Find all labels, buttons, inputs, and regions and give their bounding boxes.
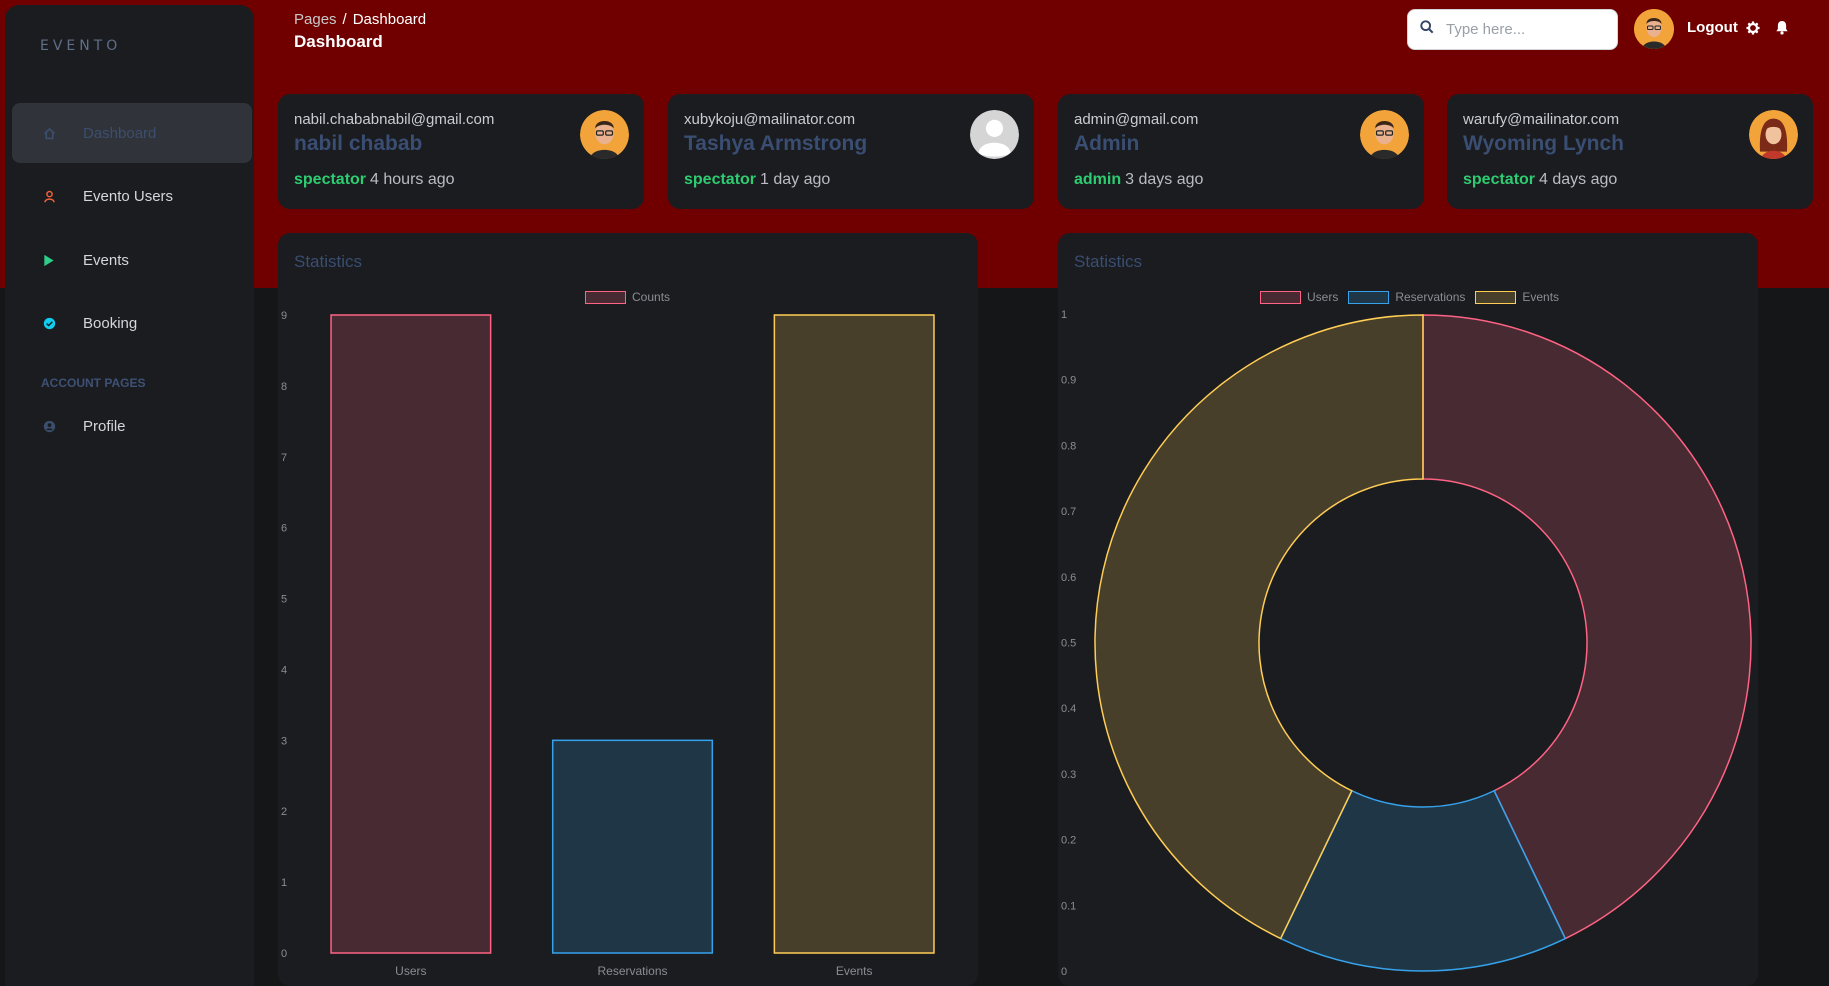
- sidebar-item-label: Evento Users: [83, 187, 174, 205]
- legend-swatch-events: [1475, 290, 1517, 304]
- user-role-line: spectator 1 day ago: [684, 171, 830, 189]
- section-title-account: ACCOUNT PAGES: [41, 376, 146, 390]
- user-time: 4 days ago: [1539, 171, 1618, 188]
- sidebar-item-profile[interactable]: Profile: [12, 396, 252, 456]
- breadcrumb: Pages / Dashboard: [294, 11, 426, 28]
- sidebar-item-dashboard[interactable]: Dashboard: [12, 103, 252, 163]
- chart-title: Statistics: [294, 252, 363, 271]
- legend-swatch-users: [1260, 290, 1301, 304]
- brand-logo[interactable]: EVENTO: [40, 38, 121, 54]
- user-name: Tashya Armstrong: [684, 132, 868, 155]
- logout-button[interactable]: Logout: [1687, 19, 1738, 36]
- sidebar-item-label: Booking: [83, 314, 138, 332]
- user-time: 4 hours ago: [370, 171, 455, 188]
- user-name: nabil chabab: [294, 132, 423, 155]
- user-role-line: spectator 4 hours ago: [294, 171, 455, 189]
- bar-chart-panel: Statistics: [278, 233, 978, 986]
- gear-icon[interactable]: [1746, 21, 1760, 40]
- man-glasses-avatar: [580, 110, 629, 159]
- legend-swatch-reservations: [1348, 290, 1390, 304]
- legend-item-users[interactable]: Users: [1260, 290, 1338, 304]
- user-circle-icon: [42, 419, 56, 433]
- user-name: Wyoming Lynch: [1463, 132, 1625, 155]
- breadcrumb-separator: /: [342, 11, 347, 28]
- user-role: spectator: [294, 171, 367, 188]
- legend-item-reservations[interactable]: Reservations: [1348, 290, 1465, 304]
- woman-avatar: [1749, 110, 1798, 159]
- user-card[interactable]: nabil.chababnabil@gmail.com nabil chabab…: [278, 94, 644, 209]
- sidebar-item-label: Profile: [83, 417, 126, 435]
- breadcrumb-current: Dashboard: [352, 11, 427, 28]
- bell-icon[interactable]: [1775, 20, 1789, 40]
- sidebar-item-events[interactable]: Events: [12, 230, 252, 290]
- play-icon: [42, 253, 56, 267]
- user-email: admin@gmail.com: [1074, 111, 1199, 128]
- doughnut-chart-legend: Users Reservations Events: [1260, 290, 1569, 304]
- legend-label: Counts: [632, 290, 671, 304]
- user-role-line: spectator 4 days ago: [1463, 171, 1617, 189]
- doughnut-chart-panel: Statistics: [1058, 233, 1758, 986]
- user-email: xubykoju@mailinator.com: [684, 111, 856, 128]
- user-card[interactable]: admin@gmail.com Admin admin 3 days ago: [1058, 94, 1424, 209]
- default-avatar: [970, 110, 1019, 159]
- chart-title: Statistics: [1074, 252, 1143, 271]
- user-name: Admin: [1074, 132, 1140, 155]
- search-input[interactable]: [1446, 21, 1606, 38]
- legend-item[interactable]: Counts: [585, 290, 670, 304]
- sidebar-item-booking[interactable]: Booking: [12, 293, 252, 353]
- sidebar-item-evento-users[interactable]: Evento Users: [12, 166, 252, 226]
- user-email: nabil.chababnabil@gmail.com: [294, 111, 495, 128]
- user-time: 3 days ago: [1125, 171, 1204, 188]
- legend-label: Users: [1307, 290, 1339, 304]
- sidebar-item-label: Dashboard: [83, 124, 157, 142]
- user-icon: [42, 189, 56, 203]
- page-title: Dashboard: [294, 32, 383, 51]
- search-icon: [1420, 20, 1434, 39]
- bar-chart-legend: Counts: [585, 290, 680, 304]
- man-glasses-avatar: [1360, 110, 1409, 159]
- legend-label: Reservations: [1395, 290, 1466, 304]
- legend-label: Events: [1522, 290, 1560, 304]
- user-role-line: admin 3 days ago: [1074, 171, 1203, 189]
- user-time: 1 day ago: [760, 171, 831, 188]
- user-card[interactable]: warufy@mailinator.com Wyoming Lynch spec…: [1447, 94, 1813, 209]
- avatar[interactable]: [1634, 9, 1674, 49]
- user-role: admin: [1074, 171, 1122, 188]
- legend-swatch-counts: [585, 290, 626, 304]
- check-circle-icon: [42, 316, 56, 330]
- legend-item-events[interactable]: Events: [1475, 290, 1559, 304]
- user-card[interactable]: xubykoju@mailinator.com Tashya Armstrong…: [668, 94, 1034, 209]
- home-icon: [42, 126, 56, 140]
- user-role: spectator: [1463, 171, 1536, 188]
- user-email: warufy@mailinator.com: [1463, 111, 1620, 128]
- user-role: spectator: [684, 171, 757, 188]
- sidebar: EVENTO Dashboard Evento Users Events Boo…: [5, 5, 254, 986]
- breadcrumb-root[interactable]: Pages: [294, 11, 337, 28]
- sidebar-item-label: Events: [83, 251, 129, 269]
- search-box: [1407, 9, 1618, 50]
